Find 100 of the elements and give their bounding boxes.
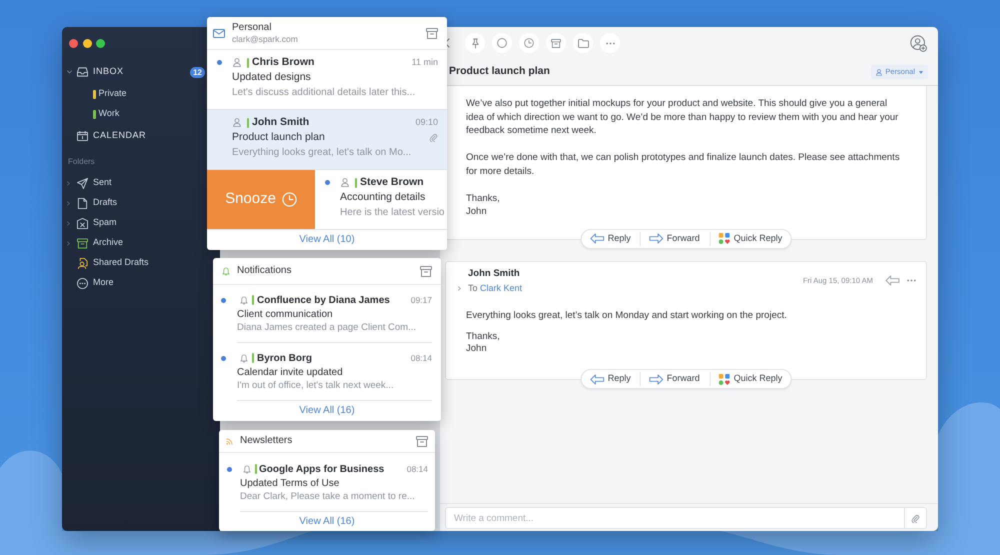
chevron-right-icon[interactable] — [458, 286, 461, 290]
bell-icon — [240, 354, 248, 362]
chevron-right-icon[interactable] — [67, 200, 70, 206]
crossed-box-icon — [77, 218, 88, 228]
card-title: Newsletters — [240, 435, 292, 447]
reply-button[interactable]: Reply — [590, 232, 640, 246]
clock-icon — [524, 38, 534, 48]
message-text: Once we’re done with that, we can polish prototypes and finalize launch dates. Please see attachments for more details. — [466, 151, 901, 178]
forward-button[interactable]: Forward — [640, 232, 710, 246]
sidebar-item[interactable]: CALENDAR — [77, 129, 146, 143]
colored-shapes-icon — [718, 374, 730, 384]
archive-icon[interactable] — [416, 436, 428, 446]
circle-icon — [497, 38, 507, 48]
view-all-link[interactable]: View All (16) — [299, 405, 355, 417]
sidebar-item[interactable]: Drafts — [77, 196, 118, 210]
label-marker-icon — [355, 178, 357, 188]
forward-arrow-icon — [648, 374, 664, 384]
clock-button[interactable] — [519, 33, 539, 53]
message-preview: Dear Clark, Please take a moment to re... — [240, 491, 415, 503]
archive-icon[interactable] — [420, 266, 432, 276]
shared-document-icon — [77, 258, 88, 268]
message-time: 09:17 — [410, 294, 432, 306]
message-text: Thanks, John — [466, 331, 501, 355]
section-heading: Folders — [67, 156, 96, 168]
archive-icon — [551, 38, 561, 48]
add-person-icon[interactable] — [910, 34, 927, 52]
sidebar-item[interactable]: INBOX — [77, 65, 124, 79]
message-row[interactable]: Confluence by Diana James 09:17 Client communication Diana James created a page Client Com... — [213, 285, 441, 342]
sender-name: Steve Brown — [360, 176, 424, 189]
recipient-link[interactable]: Clark Kent — [480, 282, 522, 292]
person-icon — [876, 68, 882, 76]
colored-shapes-icon — [718, 233, 730, 244]
attach-button[interactable] — [905, 507, 927, 529]
quick-reply-button[interactable]: Quick Reply — [710, 372, 782, 386]
clock-icon — [282, 192, 297, 207]
more-button[interactable] — [907, 279, 916, 282]
view-all-link[interactable]: View All (16) — [299, 516, 355, 528]
forward-button[interactable]: Forward — [640, 372, 710, 386]
sender-name: Google Apps for Business — [259, 462, 384, 476]
message-row[interactable]: Chris Brown 11 min Updated designs Let's discuss additional details later this... — [207, 50, 447, 109]
message-preview: Diana James created a page Client Com... — [237, 322, 416, 334]
message-text: We’ve also put together initial mockups for your product and website. This should give you a general idea of which direction we want to go. We’d be more than happy to review them with you and hear your feedback sometime next week. — [466, 97, 900, 138]
pin-button[interactable] — [465, 33, 485, 53]
sender-name: John Smith — [467, 266, 521, 280]
more-icon — [907, 279, 916, 282]
message-text: Thanks, John — [466, 192, 501, 218]
card-title: Personal — [232, 22, 272, 34]
pin-icon — [470, 38, 480, 48]
message-row[interactable]: Google Apps for Business 08:14 Updated Terms of Use Dear Clark, Please take a moment to re... — [219, 453, 435, 511]
document-icon — [77, 198, 88, 208]
label-marker-icon — [252, 353, 254, 363]
label-marker-icon — [247, 118, 249, 128]
paper-plane-icon — [77, 178, 88, 188]
comment-field[interactable]: Write a comment... — [445, 507, 905, 529]
bell-icon — [222, 266, 230, 276]
chevron-down-icon[interactable] — [67, 70, 72, 74]
unread-count-badge: 12 — [190, 66, 205, 78]
reply-arrow-icon — [590, 233, 605, 244]
zoom-window-icon[interactable] — [96, 39, 105, 48]
more-circle-icon — [77, 278, 88, 288]
message-preview: Here is the latest versio — [340, 206, 444, 218]
sidebar-item[interactable]: Work — [93, 107, 120, 121]
sidebar-item[interactable]: Spam — [77, 216, 117, 230]
message-row[interactable]: John Smith 09:10 Product launch plan Everything looks great, let's talk on Mo... — [207, 110, 447, 169]
archive-icon — [77, 238, 88, 248]
sidebar-item[interactable]: Private — [93, 87, 127, 101]
minimize-window-icon[interactable] — [82, 39, 92, 48]
message-subject: Updated designs — [232, 71, 311, 84]
reply-button[interactable]: Reply — [590, 372, 640, 386]
more-icon — [606, 42, 614, 44]
sidebar-item[interactable]: Shared Drafts — [77, 256, 149, 270]
person-icon — [233, 118, 241, 127]
message-row[interactable]: Byron Borg 08:14 Calendar invite updated I'm out of office, let's talk next week... — [213, 343, 441, 400]
inbox-tray-icon — [77, 67, 88, 77]
reply-button[interactable] — [885, 275, 900, 286]
sidebar-item[interactable]: Sent — [77, 176, 112, 190]
message-text: Everything looks great, let’s talk on Monday and start working on the project. — [466, 310, 788, 322]
chevron-right-icon[interactable] — [67, 180, 70, 186]
message-preview: I'm out of office, let's talk next week... — [237, 380, 394, 392]
close-window-icon[interactable] — [69, 39, 78, 48]
card-title: Notifications — [237, 265, 292, 277]
bell-icon — [240, 296, 248, 304]
view-all-link[interactable]: View All (10) — [299, 234, 355, 246]
archive-button[interactable] — [546, 33, 566, 53]
chevron-right-icon[interactable] — [67, 240, 70, 246]
archive-icon[interactable] — [426, 28, 438, 38]
sender-name: Byron Borg — [257, 352, 312, 364]
sidebar-item[interactable]: Archive — [77, 236, 124, 250]
sidebar-item[interactable]: More — [77, 276, 114, 290]
caret-icon — [919, 70, 923, 74]
circle-button[interactable] — [492, 33, 512, 53]
message-subject: Client communication — [237, 308, 333, 320]
label-marker-icon — [252, 295, 254, 305]
forward-arrow-icon — [648, 233, 664, 244]
reply-arrow-icon — [885, 275, 900, 286]
chevron-right-icon[interactable] — [67, 220, 70, 226]
message-subject: Accounting details — [340, 191, 426, 204]
quick-reply-button[interactable]: Quick Reply — [710, 232, 782, 246]
folder-button[interactable] — [573, 33, 593, 53]
message-preview: Let's discuss additional details later this... — [232, 86, 416, 98]
